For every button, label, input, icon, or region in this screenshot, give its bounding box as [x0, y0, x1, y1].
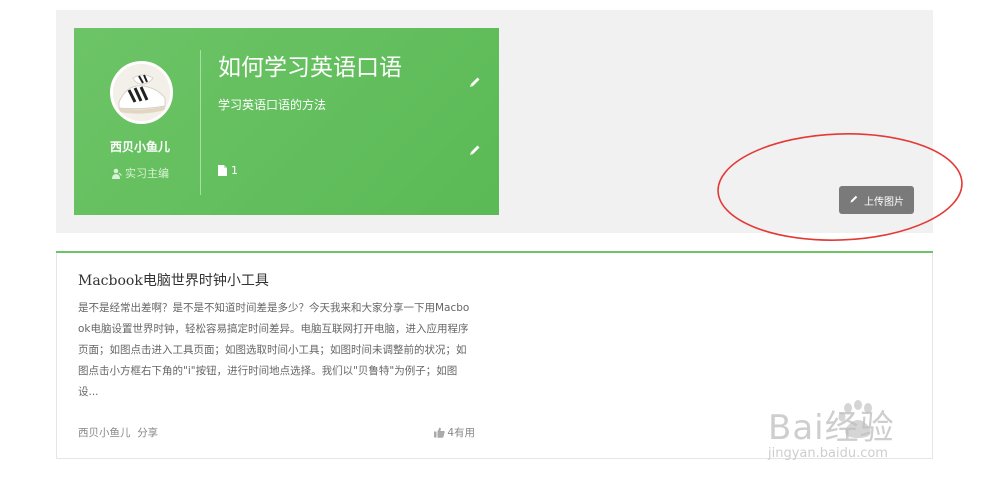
author-role-label: 实习主编 — [125, 167, 169, 180]
page-title: 如何学习英语口语 — [218, 55, 402, 81]
article-share-label: 分享 — [137, 427, 159, 439]
document-count-value: 1 — [231, 164, 238, 177]
upload-image-button[interactable]: 上传图片 — [839, 186, 914, 214]
edit-subtitle-icon[interactable] — [468, 142, 482, 156]
author-avatar[interactable] — [110, 61, 173, 124]
article-author[interactable]: 西贝小鱼儿 — [78, 427, 131, 439]
thumbs-up-icon — [434, 427, 446, 441]
article-author-line: 西贝小鱼儿 分享 — [78, 425, 158, 440]
watermark-brand: Bai经验 — [768, 408, 895, 448]
header-divider — [200, 50, 201, 195]
baidu-jingyan-watermark: Bai经验 jingyan.baidu.com — [766, 398, 946, 468]
page-subtitle: 学习英语口语的方法 — [218, 98, 327, 112]
article-excerpt: 是不是经常出差啊？是不是不知道时间差是多少？今天我来和大家分享一下用Macboo… — [78, 302, 470, 398]
sneaker-image — [113, 64, 170, 121]
document-icon — [218, 165, 227, 179]
article-title[interactable]: Macbook电脑世界时钟小工具 — [78, 270, 269, 290]
experience-header-card: 西贝小鱼儿 实习主编 如何学习英语口语 学习英语口语的方法 1 — [74, 28, 499, 215]
article-likes[interactable]: 4有用 — [434, 425, 475, 441]
pencil-icon — [849, 194, 859, 207]
watermark-domain: jingyan.baidu.com — [768, 446, 888, 461]
article-card[interactable]: Macbook电脑世界时钟小工具 是不是经常出差啊？是不是不知道时间差是多少？今… — [56, 253, 496, 459]
article-likes-count: 4有用 — [447, 427, 475, 439]
author-role: 实习主编 — [74, 165, 206, 182]
edit-title-icon[interactable] — [468, 74, 482, 88]
person-icon — [111, 168, 122, 182]
upload-image-label: 上传图片 — [864, 196, 904, 208]
document-count: 1 — [218, 164, 238, 179]
author-name[interactable]: 西贝小鱼儿 — [74, 138, 206, 155]
